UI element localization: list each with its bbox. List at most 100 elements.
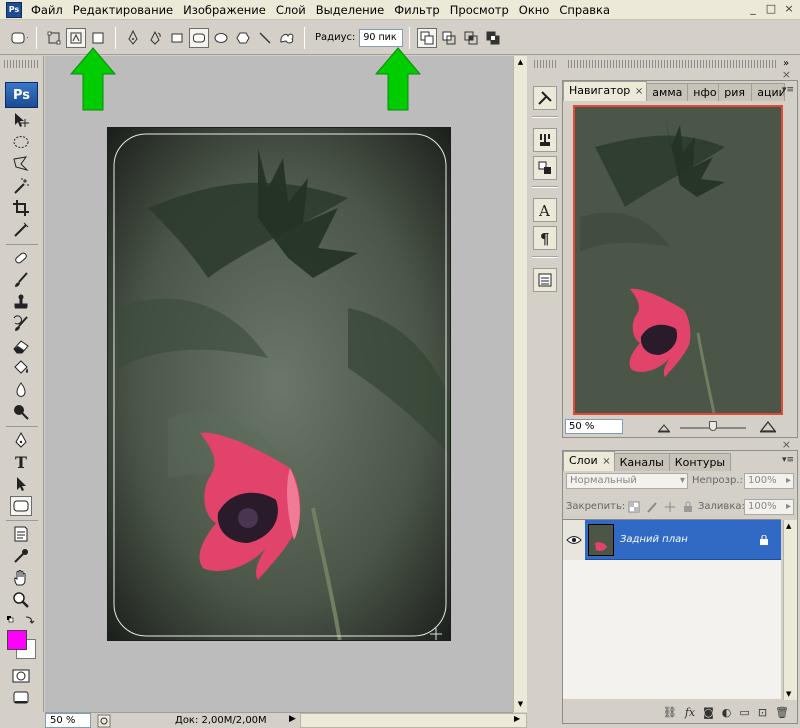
move-tool-icon[interactable] [10,110,32,130]
lock-image-icon[interactable] [646,501,658,513]
panel-grip[interactable] [568,60,776,68]
layer-mask-icon[interactable]: ◙ [703,706,714,719]
crop-icon[interactable] [10,198,32,218]
document-canvas-area[interactable] [45,56,513,712]
brush-icon[interactable] [10,270,32,290]
tool-preset-picker[interactable] [9,28,29,48]
paint-bucket-icon[interactable] [10,358,32,378]
scroll-right-arrow-icon[interactable]: ▶ [514,714,524,723]
menu-select[interactable]: Выделение [311,0,390,20]
status-pin-icon[interactable] [97,714,111,728]
panel-close-icon[interactable]: × [782,68,791,81]
tab-navigator[interactable]: Навигатор × [563,81,648,101]
eyedropper-icon[interactable] [10,546,32,566]
layer-visibility-toggle[interactable] [563,519,585,560]
tab-paths[interactable]: Контуры [668,453,732,471]
new-layer-icon[interactable]: ⊡ [758,706,767,719]
navigator-zoom-field[interactable]: 50 % [565,419,623,434]
clone-source-icon[interactable] [533,156,557,180]
adjustment-layer-icon[interactable]: ◐ [722,706,732,719]
quick-mask-icon[interactable] [10,666,32,686]
layer-comps-icon[interactable] [533,268,557,292]
document-image[interactable] [107,127,451,641]
clone-stamp-icon[interactable] [10,292,32,312]
combine-mode-subtract-button[interactable] [439,28,459,48]
menu-view[interactable]: Просмотр [445,0,514,20]
tab-actions[interactable]: ации [751,83,786,101]
zoom-level-field[interactable]: 50 % [45,713,91,728]
layer-row-background[interactable]: Задний план [563,519,781,560]
screen-mode-icon[interactable] [10,688,32,708]
zoom-icon[interactable] [10,590,32,610]
panel-menu-icon[interactable]: ▾≡ [782,455,794,465]
new-group-icon[interactable]: ▭ [739,706,749,719]
tab-history[interactable]: рия [718,83,753,101]
shape-layers-button[interactable] [44,28,64,48]
scroll-up-arrow-icon[interactable]: ▲ [516,58,525,68]
combine-mode-exclude-button[interactable] [483,28,503,48]
layer-style-icon[interactable]: fx [685,706,695,719]
tool-presets-icon[interactable] [533,86,557,110]
layer-name[interactable]: Задний план [620,534,759,545]
restore-button[interactable]: □ [764,2,778,16]
healing-brush-icon[interactable] [10,248,32,268]
fill-field[interactable]: 100% ▸ [744,499,794,515]
canvas-vertical-scrollbar[interactable]: ▲ ▼ [513,56,527,712]
rounded-rectangle-option-button[interactable] [189,27,209,48]
status-menu-arrow-icon[interactable]: ▶ [289,714,299,727]
photoshop-logo[interactable]: Ps [5,82,38,108]
dock-grip[interactable] [534,60,556,68]
rounded-rectangle-tool-icon[interactable] [10,496,32,516]
opacity-field[interactable]: 100% ▸ [744,473,794,489]
lasso-icon[interactable] [10,154,32,174]
pen-tool-icon[interactable] [10,430,32,450]
eraser-icon[interactable] [10,336,32,356]
layers-scrollbar[interactable]: ▲ ▼ [783,520,797,700]
path-selection-icon[interactable] [10,474,32,494]
photoshop-app-icon[interactable]: Ps [6,1,22,18]
elliptical-marquee-icon[interactable] [10,132,32,152]
menu-window[interactable]: Окно [514,0,555,20]
type-tool-icon[interactable]: T [10,452,32,472]
close-button[interactable]: × [782,2,796,16]
menu-help[interactable]: Справка [554,0,615,20]
menu-image[interactable]: Изображение [178,0,271,20]
combine-mode-intersect-button[interactable] [461,28,481,48]
freeform-pen-option-button[interactable] [145,28,165,48]
polygon-option-button[interactable] [233,28,253,48]
tab-layers[interactable]: Слои × [563,451,615,471]
delete-layer-icon[interactable]: 🗑 [775,706,789,719]
zoom-out-icon[interactable] [657,421,671,433]
slice-icon[interactable] [10,220,32,240]
blur-icon[interactable] [10,380,32,400]
link-layers-icon[interactable]: ⛓ [663,706,677,719]
hand-icon[interactable] [10,568,32,588]
tab-info[interactable]: нфо [687,83,720,101]
dodge-icon[interactable] [10,402,32,422]
pen-option-button[interactable] [123,28,143,48]
menu-edit[interactable]: Редактирование [68,0,178,20]
scroll-down-arrow-icon[interactable]: ▼ [516,700,525,710]
panel-close-icon[interactable]: × [782,438,791,451]
canvas-horizontal-scrollbar[interactable]: ▶ ▶ [289,713,527,728]
line-option-button[interactable] [255,28,275,48]
ellipse-option-button[interactable] [211,28,231,48]
lock-transparent-icon[interactable] [628,501,640,513]
rectangle-option-button[interactable] [167,28,187,48]
character-icon[interactable]: A [533,198,557,222]
toolbox-grip[interactable] [4,60,40,68]
notes-icon[interactable] [10,524,32,544]
menu-filter[interactable]: Фильтр [389,0,445,20]
history-brush-icon[interactable] [10,314,32,334]
paragraph-icon[interactable]: ¶ [533,226,557,250]
zoom-in-icon[interactable] [759,419,777,433]
scroll-down-arrow-icon[interactable]: ▼ [786,690,791,698]
navigator-zoom-slider-knob[interactable] [709,421,717,431]
brushes-icon[interactable] [533,128,557,152]
tab-close-icon[interactable]: × [602,453,610,470]
tab-histogram[interactable]: амма [646,83,689,101]
minimize-button[interactable]: _ [746,2,760,16]
panel-menu-icon[interactable]: ▾≡ [782,85,794,95]
menu-file[interactable]: Файл [26,0,68,20]
menu-layer[interactable]: Слой [271,0,311,20]
